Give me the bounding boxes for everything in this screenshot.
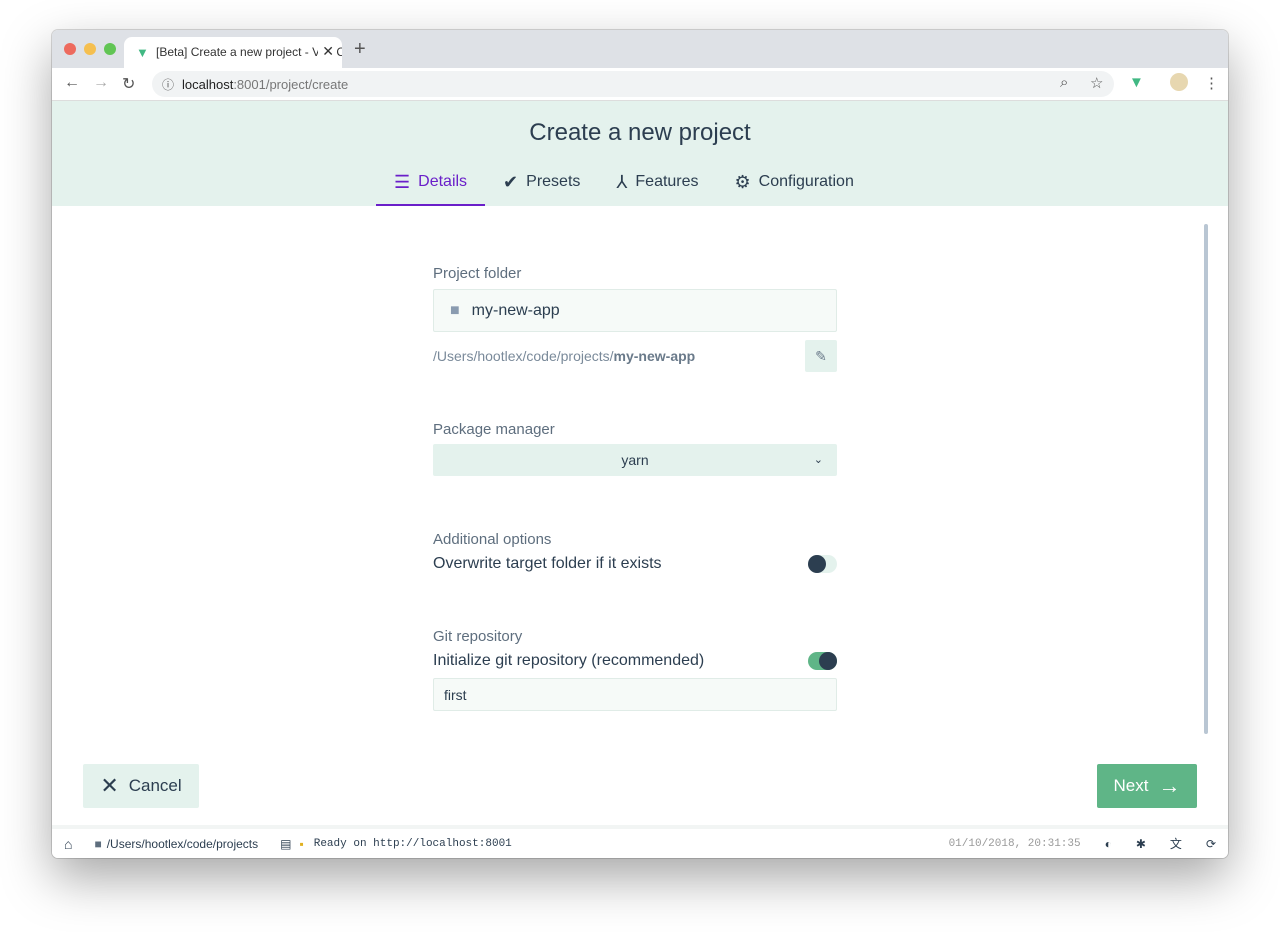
browser-tabbar: ▼ [Beta] Create a new project - Vue CLI … — [52, 30, 1228, 68]
profile-avatar[interactable] — [1170, 73, 1188, 91]
new-tab-button[interactable]: + — [354, 38, 366, 61]
git-init-row: Initialize git repository (recommended) — [433, 652, 837, 672]
overwrite-label: Overwrite target folder if it exists — [433, 555, 662, 572]
commit-message-value: first — [444, 686, 467, 703]
refresh-icon[interactable]: ⟳ — [1206, 837, 1216, 851]
commit-message-input[interactable]: first — [433, 678, 837, 711]
translate-icon[interactable]: 文 — [1170, 835, 1182, 852]
bug-icon[interactable]: ✱ — [1136, 837, 1146, 851]
tab-label: Presets — [526, 173, 581, 190]
fork-icon: ⅄ — [616, 172, 628, 192]
vue-devtools-icon[interactable]: ▼ — [1129, 74, 1144, 91]
edit-path-button[interactable]: ✎ — [805, 340, 837, 372]
info-icon: ⓘ — [162, 78, 175, 92]
menu-icon[interactable]: ⋮ — [1204, 74, 1219, 92]
browser-window: ▼ [Beta] Create a new project - Vue CLI … — [52, 30, 1228, 858]
package-manager-select[interactable]: yarn ⌄ — [433, 444, 837, 476]
folder-value: my-new-app — [471, 301, 560, 319]
check-circle-icon: ✔ — [503, 172, 519, 192]
reload-icon[interactable]: ↻ — [122, 74, 135, 94]
settings-icon: ⚙ — [734, 172, 751, 192]
folder-icon: ■ — [450, 301, 460, 319]
overwrite-toggle[interactable] — [808, 555, 837, 573]
address-bar[interactable]: ⓘ localhost:8001/project/create ⌕ ☆ — [152, 71, 1114, 97]
page-title: Create a new project — [529, 119, 751, 146]
browser-toolbar: ← → ↻ ⓘ localhost:8001/project/create ⌕ … — [52, 68, 1228, 101]
cancel-button[interactable]: ✕ Cancel — [83, 764, 199, 808]
page-header: Create a new project ☰ Details ✔ Presets ⅄… — [52, 101, 1228, 206]
log-icon[interactable]: ▤ — [280, 837, 291, 851]
home-icon[interactable]: ⌂ — [64, 836, 72, 852]
next-button[interactable]: Next → — [1097, 764, 1197, 808]
git-init-label: Initialize git repository (recommended) — [433, 652, 705, 669]
package-manager-label: Package manager — [433, 421, 555, 438]
close-tab-icon[interactable]: ✕ — [318, 43, 334, 60]
vue-logo-icon: ▼ — [136, 45, 149, 60]
current-folder[interactable]: /Users/hootlex/code/projects — [107, 837, 258, 851]
toggle-knob — [819, 652, 837, 670]
minimize-window-button[interactable] — [84, 43, 96, 55]
last-log[interactable]: Ready on http://localhost:8001 — [314, 838, 512, 850]
project-folder-label: Project folder — [433, 265, 522, 282]
git-init-toggle[interactable] — [808, 652, 837, 670]
project-folder-input[interactable]: ■ my-new-app — [433, 289, 837, 332]
bookmark-star-icon[interactable]: ☆ — [1090, 74, 1103, 92]
back-icon[interactable]: ← — [64, 74, 80, 92]
list-icon: ☰ — [394, 172, 411, 192]
overwrite-row: Overwrite target folder if it exists — [433, 555, 837, 575]
dark-mode-icon[interactable]: ◐ — [1105, 837, 1112, 851]
zoom-icon[interactable]: ⌕ — [1060, 74, 1068, 91]
folder-icon: ■ — [94, 836, 102, 851]
url-path: :8001/project/create — [233, 77, 349, 92]
pm-value: yarn — [621, 452, 649, 468]
path-prefix: /Users/hootlex/code/projects/ — [433, 348, 614, 364]
forward-icon[interactable]: → — [93, 74, 109, 92]
close-window-button[interactable] — [64, 43, 76, 55]
chevron-down-icon: ⌄ — [813, 454, 823, 466]
tab-features[interactable]: ⅄ Features — [598, 169, 716, 206]
tab-details[interactable]: ☰ Details — [376, 169, 486, 206]
step-tabs: ☰ Details ✔ Presets ⅄ Features ⚙ Configurati… — [376, 169, 872, 206]
additional-options-label: Additional options — [433, 531, 552, 548]
arrow-right-icon: → — [1158, 773, 1181, 798]
status-bar: ⌂ ■ /Users/hootlex/code/projects ▤ ▪ Rea… — [52, 825, 1228, 858]
browser-tab[interactable]: ▼ [Beta] Create a new project - Vue CLI … — [124, 37, 342, 68]
git-repository-label: Git repository — [433, 628, 523, 645]
path-name: my-new-app — [613, 348, 696, 364]
datetime: 01/10/2018, 20:31:35 — [948, 837, 1081, 850]
scrollbar[interactable] — [1204, 224, 1208, 734]
maximize-window-button[interactable] — [104, 43, 116, 55]
tab-configuration[interactable]: ⚙ Configuration — [717, 169, 872, 206]
tab-label: Configuration — [758, 173, 854, 190]
main-content: Project folder ■ my-new-app /Users/hootle… — [52, 206, 1228, 825]
next-label: Next — [1113, 776, 1149, 795]
status-type-icon: ▪ — [299, 836, 304, 851]
close-icon: ✕ — [100, 773, 119, 798]
tab-label: Features — [635, 173, 699, 190]
folder-path: /Users/hootlex/code/projects/my-new-app — [433, 348, 695, 364]
url-host: localhost — [182, 77, 234, 92]
toggle-knob — [808, 555, 826, 573]
folder-path-row: /Users/hootlex/code/projects/my-new-app … — [433, 340, 837, 372]
tab-label: Details — [418, 173, 468, 190]
tab-title: [Beta] Create a new project - Vue CLI — [156, 45, 342, 59]
cancel-label: Cancel — [128, 776, 182, 795]
tab-presets[interactable]: ✔ Presets — [485, 169, 598, 206]
